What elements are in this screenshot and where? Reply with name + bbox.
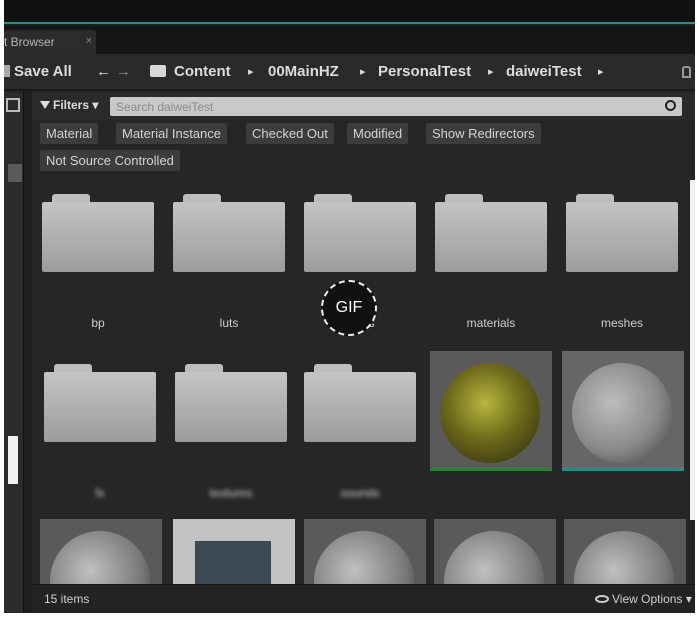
folder-label: meshes [600,316,644,330]
filter-chip-material[interactable]: Material [40,123,99,144]
tab-bar: t Browser × [4,26,695,54]
filters-dropdown[interactable]: Filters ▾ [40,98,98,112]
material-thumbnail[interactable] [434,519,556,584]
vertical-scrollbar[interactable] [690,180,695,520]
save-all-button[interactable]: Save All [4,63,72,80]
material-thumbnail[interactable] [564,519,686,584]
breadcrumb-content[interactable]: Content [150,63,231,80]
search-input[interactable] [110,97,682,116]
filter-chip-not-source-controlled[interactable]: Not Source Controlled [40,150,180,171]
filter-chip-checked-out[interactable]: Checked Out [246,123,334,144]
lock-icon[interactable] [682,66,691,78]
asset-type-stripe [562,467,684,471]
status-bar: 15 items View Options ▾ [32,584,695,613]
breadcrumb-sep[interactable]: ▸ [248,65,254,78]
filter-icon [40,101,50,109]
eye-icon [595,595,609,603]
material-sphere [572,363,672,463]
save-icon [4,65,10,77]
material-thumbnail-green[interactable] [430,351,552,471]
close-icon[interactable]: × [86,35,92,47]
tab-content-browser[interactable]: t Browser × [4,30,96,54]
material-thumbnail-gray[interactable] [562,351,684,471]
material-thumbnail[interactable] [304,519,426,584]
folder-label: sounds [340,486,380,500]
asset-grid: bp luts maps materials meshes fx [32,194,692,584]
folder-label: materials [466,316,516,330]
material-thumbnail[interactable] [40,519,162,584]
breadcrumb-00mainhz[interactable]: 00MainHZ [268,63,339,80]
filter-chip-material-instance[interactable]: Material Instance [116,123,227,144]
filter-chip-show-redirectors[interactable]: Show Redirectors [426,123,541,144]
forward-button[interactable]: → [116,63,131,80]
path-toolbar: Save All ← → Content ▸ 00MainHZ ▸ Person… [4,54,695,90]
folder-label: luts [219,316,239,330]
breadcrumb-personaltest[interactable]: PersonalTest [378,63,471,80]
sources-panel-collapsed [4,92,24,613]
search-icon[interactable] [665,100,676,111]
folder-label: textures [209,486,253,500]
gif-badge: GIF [321,280,377,336]
breadcrumb-sep[interactable]: ▸ [598,65,604,78]
breadcrumb-sep[interactable]: ▸ [360,65,366,78]
view-options-button[interactable]: View Options ▾ [595,592,692,606]
material-sphere [440,363,540,463]
search-box[interactable] [110,97,682,116]
filter-bar: Filters ▾ [32,92,695,120]
folder-label: fx [95,486,105,500]
breadcrumb-sep[interactable]: ▸ [488,65,494,78]
item-count: 15 items [44,592,90,606]
sources-scroll-thumb[interactable] [8,164,22,182]
back-button[interactable]: ← [96,63,111,80]
texture-thumbnail[interactable] [173,519,295,584]
top-strip [4,0,695,24]
asset-view: Filters ▾ Material Material Instance Che… [32,92,695,613]
folder-label: bp [91,316,105,330]
tab-label: t Browser [4,35,55,49]
filter-chip-modified[interactable]: Modified [347,123,409,144]
breadcrumb-daiweitest[interactable]: daiweiTest [506,63,582,80]
asset-type-stripe [430,467,552,471]
splitter-handle[interactable] [8,436,18,484]
sources-toggle-icon[interactable] [6,98,20,112]
folder-icon [150,65,166,77]
